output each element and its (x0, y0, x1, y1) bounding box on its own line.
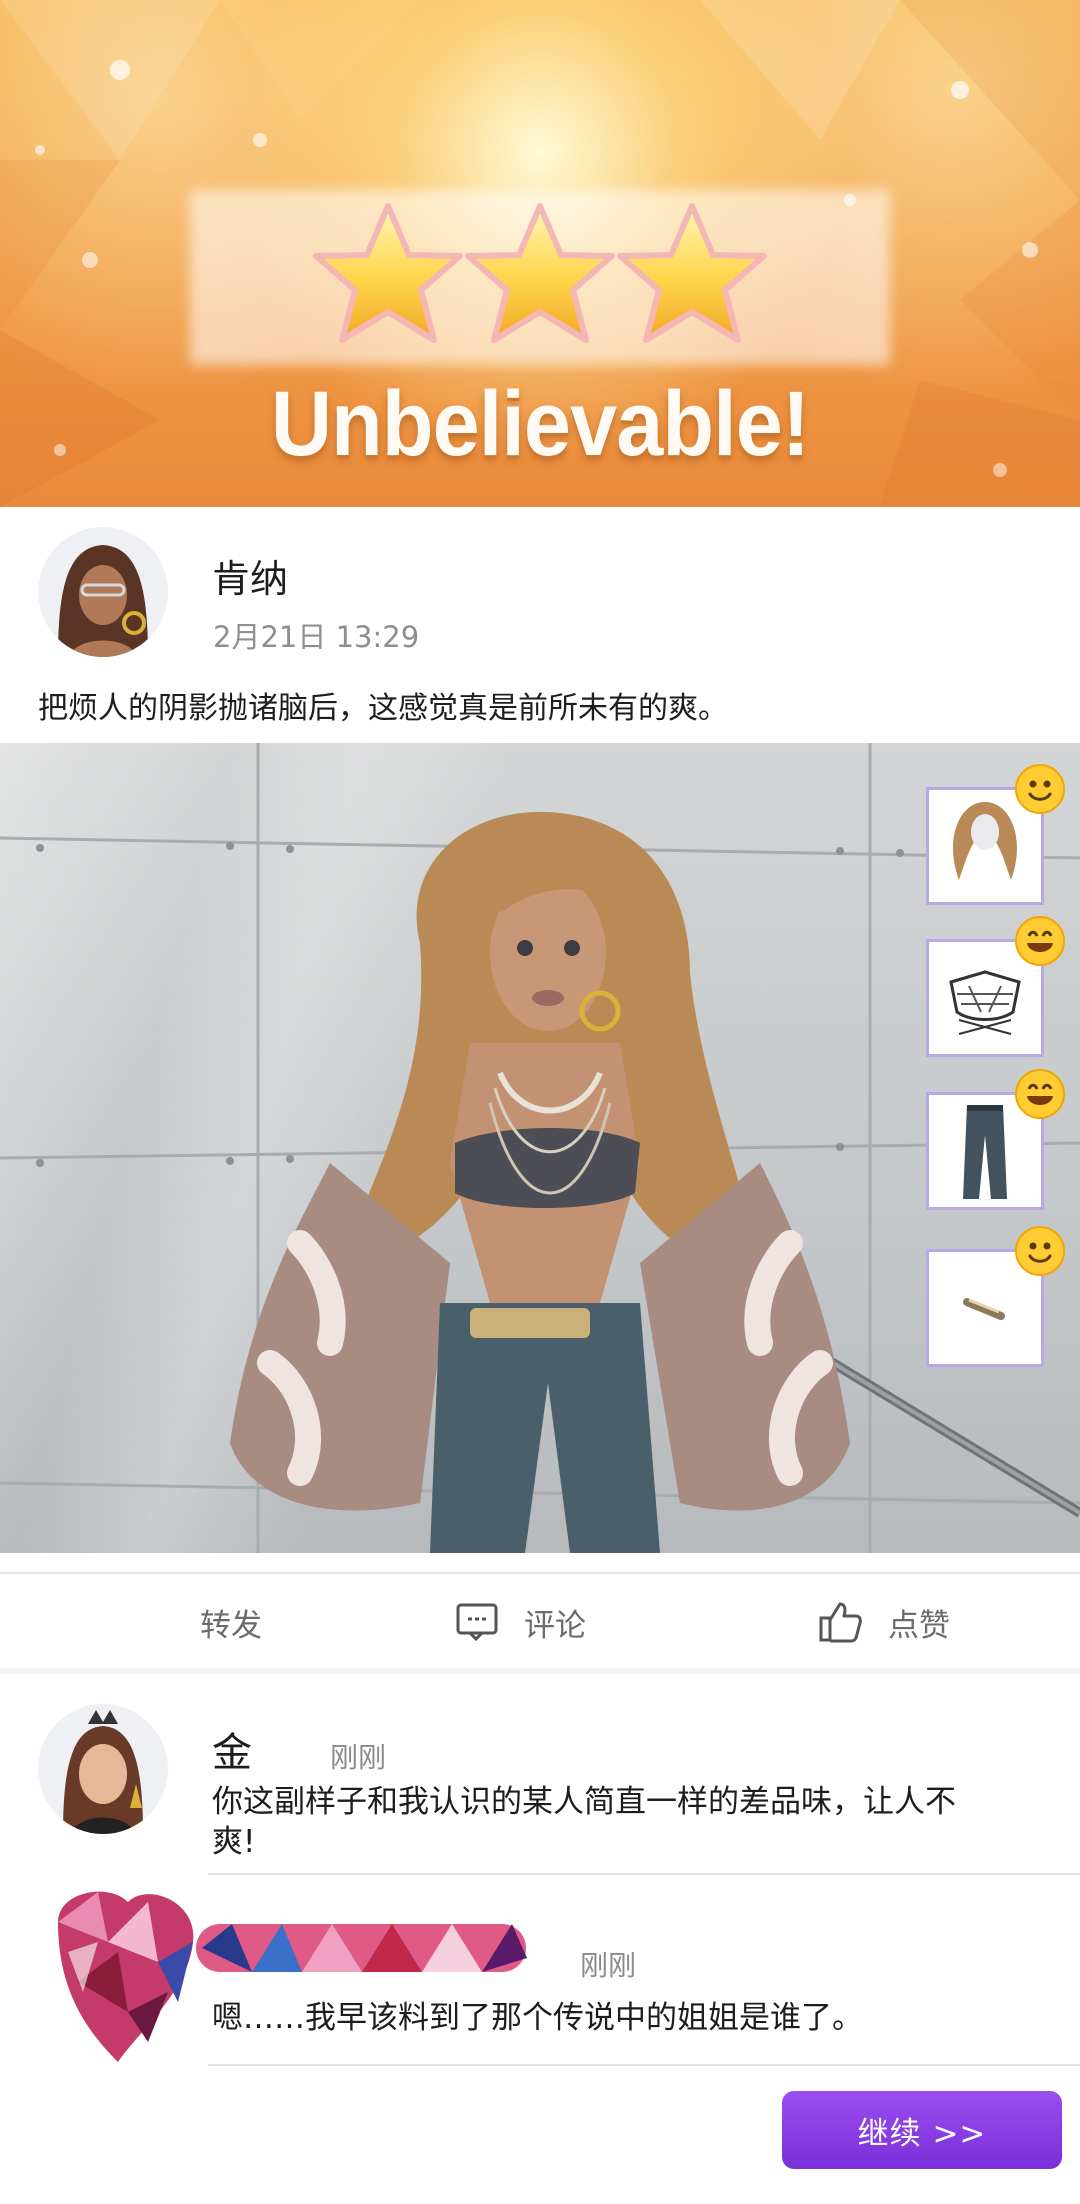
commenter-name[interactable]: 金 (212, 1720, 252, 1778)
outfit-scene (0, 743, 1080, 1553)
post-action-bar: 转发 评论 点赞 (0, 1572, 1080, 1672)
repost-button[interactable]: 转发 (200, 1574, 262, 1670)
smile-emoji-icon (1015, 764, 1065, 814)
comment-separator (208, 2064, 1080, 2066)
like-label: 点赞 (888, 1607, 950, 1644)
comment-text-line2: 爽! (212, 1824, 256, 1860)
comment-text-line1: 你这副样子和我认识的某人简直一样的差品味，让人不 (212, 1784, 956, 1820)
redacted-name-icon (196, 1924, 527, 1972)
smile-emoji-icon (1015, 1226, 1065, 1276)
continue-button[interactable]: 继续 >> (782, 2091, 1062, 2169)
result-title: Unbelievable! (270, 373, 810, 475)
repost-label: 转发 (200, 1607, 262, 1644)
grin-emoji-icon (1015, 1069, 1065, 1119)
like-button[interactable]: 点赞 (818, 1574, 950, 1670)
comment-icon (456, 1603, 498, 1641)
author-avatar[interactable] (38, 527, 168, 657)
star-icon (617, 203, 767, 343)
post-text: 把烦人的阴影抛诸脑后，这感觉真是前所未有的爽。 (38, 691, 728, 726)
comment-separator (208, 1873, 1080, 1875)
comment-timestamp: 刚刚 (330, 1741, 387, 1774)
section-divider (0, 1668, 1080, 1674)
author-name[interactable]: 肯纳 (212, 548, 288, 603)
scene-illustration (0, 743, 1080, 1553)
star-rating (313, 203, 767, 343)
post-timestamp: 2月21日 13:29 (213, 620, 420, 654)
comment-timestamp: 刚刚 (580, 1949, 637, 1982)
comment-label: 评论 (524, 1607, 586, 1644)
comment-text: 嗯……我早该料到了那个传说中的姐姐是谁了。 (212, 2000, 863, 2036)
grin-emoji-icon (1015, 916, 1065, 966)
redacted-avatar-icon (58, 1891, 194, 2062)
comment-button[interactable]: 评论 (456, 1574, 586, 1670)
commenter-avatar[interactable] (38, 1704, 168, 1834)
result-banner: Unbelievable! (0, 0, 1080, 507)
star-icon (313, 203, 463, 343)
star-icon (465, 203, 615, 343)
thumbs-up-icon (819, 1602, 862, 1643)
